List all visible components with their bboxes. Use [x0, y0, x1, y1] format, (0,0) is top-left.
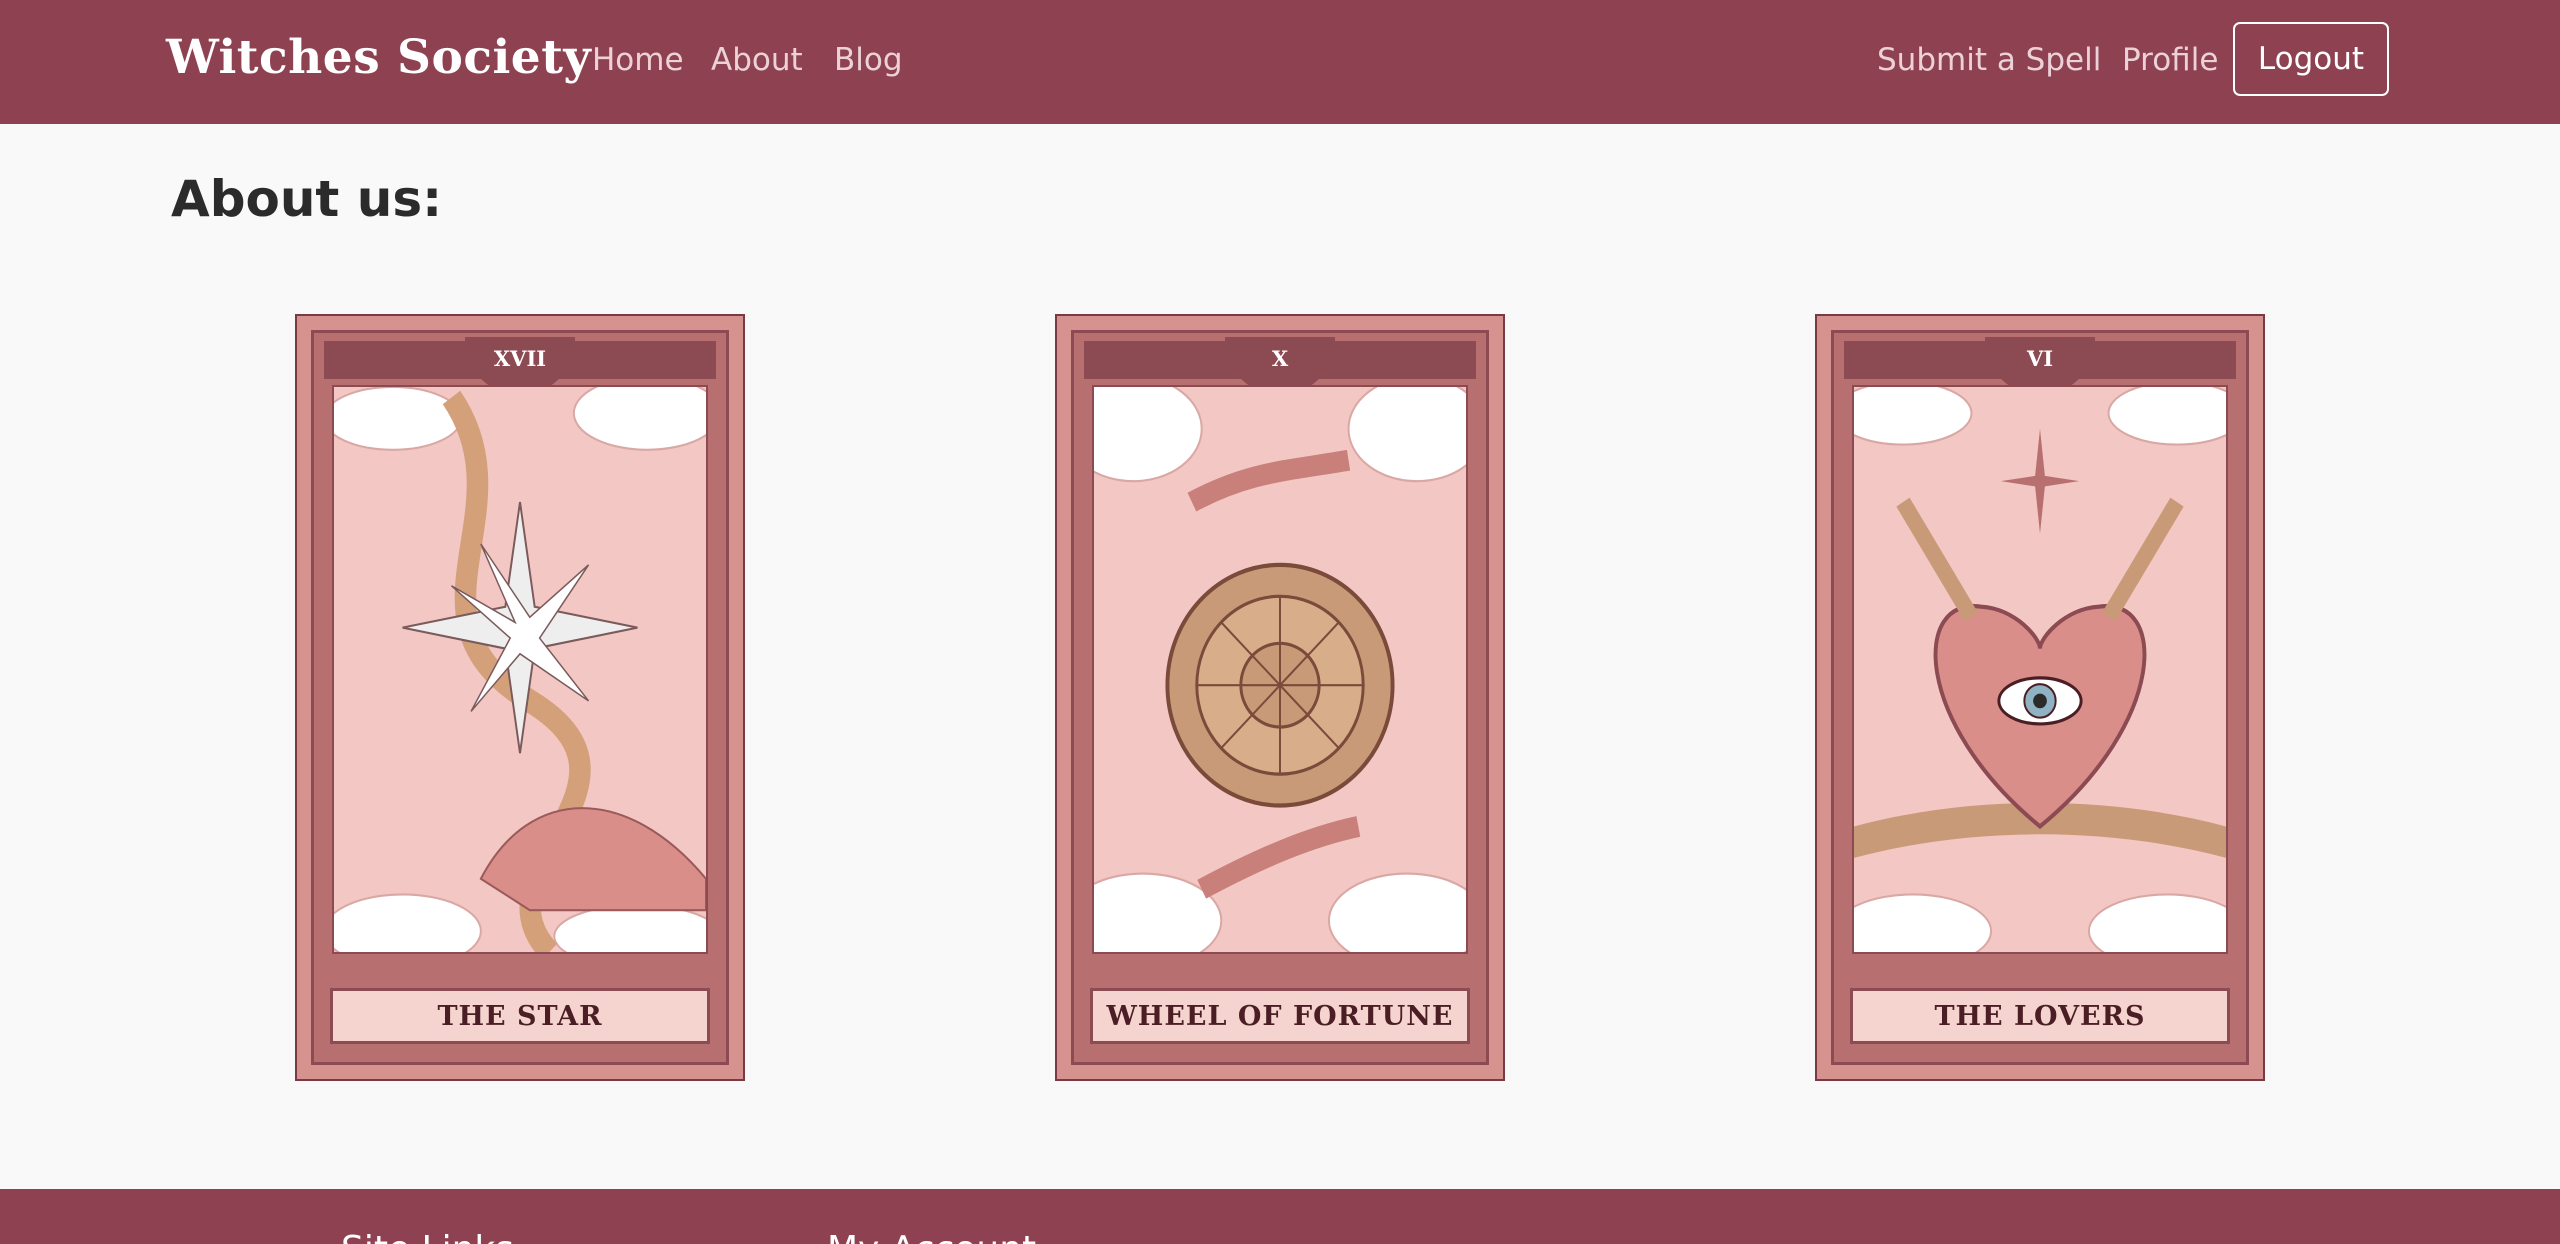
nav-link-about[interactable]: About	[711, 42, 803, 78]
card-frame: XVII THE STAR	[311, 330, 729, 1065]
nav-link-home[interactable]: Home	[592, 42, 684, 78]
footer-my-account-heading: My Account	[827, 1229, 1036, 1244]
lovers-tarot-card-icon	[1852, 385, 2228, 954]
card-name-plate: WHEEL OF FORTUNE	[1090, 988, 1470, 1044]
card-name-plate: THE STAR	[330, 988, 710, 1044]
wheel-of-fortune-tarot-card-icon	[1092, 385, 1468, 954]
card-name: THE LOVERS	[1934, 1000, 2146, 1032]
nav-link-submit-spell[interactable]: Submit a Spell	[1877, 42, 2101, 78]
card-name: THE STAR	[437, 1000, 603, 1032]
nav-link-blog[interactable]: Blog	[834, 42, 903, 78]
card-name: WHEEL OF FORTUNE	[1106, 1000, 1454, 1032]
card-frame: X WHEEL OF FORTUNE	[1071, 330, 1489, 1065]
page-title: About us:	[171, 170, 443, 228]
tarot-card-wheel-of-fortune: X WHEEL OF FORTUNE	[1055, 314, 1505, 1081]
tarot-card-star: XVII THE STAR	[295, 314, 745, 1081]
footer: Site Links My Account	[0, 1189, 2560, 1244]
logout-button[interactable]: Logout	[2233, 22, 2389, 96]
brand-logo[interactable]: Witches Society	[166, 30, 591, 85]
nav-link-profile[interactable]: Profile	[2122, 42, 2218, 78]
footer-site-links-heading: Site Links	[341, 1229, 514, 1244]
navbar: Witches Society Home About Blog Submit a…	[0, 0, 2560, 124]
star-tarot-card-icon	[332, 385, 708, 954]
card-name-plate: THE LOVERS	[1850, 988, 2230, 1044]
card-frame: VI THE LOVERS	[1831, 330, 2249, 1065]
tarot-card-lovers: VI THE LOVERS	[1815, 314, 2265, 1081]
